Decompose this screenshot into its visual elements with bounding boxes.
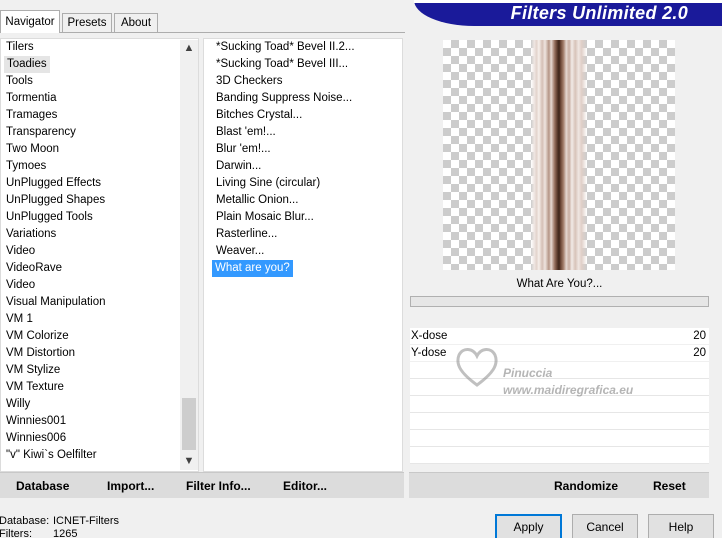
param-slot-empty (410, 430, 709, 447)
tab-underline (0, 32, 405, 33)
category-item[interactable]: Willy (6, 396, 30, 413)
status-database-label: Database: (0, 515, 50, 527)
filter-name: What Are You?... (516, 278, 603, 290)
progress-bar (410, 296, 709, 307)
param-label: Y-dose (411, 347, 447, 359)
category-scrollbar[interactable]: ▲ ▼ (180, 40, 198, 470)
param-label: X-dose (411, 330, 448, 342)
reset-button[interactable]: Reset (653, 478, 686, 494)
filter-item[interactable]: Metallic Onion... (216, 192, 298, 209)
category-item[interactable]: VM 1 (6, 311, 33, 328)
category-item[interactable]: UnPlugged Effects (6, 175, 101, 192)
category-item[interactable]: Tymoes (6, 158, 46, 175)
cancel-button[interactable]: Cancel (572, 514, 638, 538)
filter-item[interactable]: Banding Suppress Noise... (216, 90, 352, 107)
category-item[interactable]: Video (6, 277, 35, 294)
category-item-selected[interactable]: Toadies (4, 56, 50, 73)
param-slot-empty (410, 396, 709, 413)
scroll-up-icon[interactable]: ▲ (180, 40, 198, 57)
category-item[interactable]: UnPlugged Shapes (6, 192, 105, 209)
filter-info-button[interactable]: Filter Info... (186, 478, 251, 494)
category-item[interactable]: Tramages (6, 107, 57, 124)
category-item[interactable]: Tormentia (6, 90, 57, 107)
watermark-url: www.maidiregrafica.eu (503, 383, 634, 397)
category-item[interactable]: Winnies006 (6, 430, 66, 447)
category-item[interactable]: Tools (6, 73, 33, 90)
category-item[interactable]: Video (6, 243, 35, 260)
filter-item[interactable]: *Sucking Toad* Bevel III... (216, 56, 348, 73)
status-filters-value: 1265 (53, 528, 78, 538)
randomize-button[interactable]: Randomize (554, 478, 618, 494)
filter-preview (443, 40, 675, 270)
preview-image (531, 40, 587, 270)
scroll-down-icon[interactable]: ▼ (180, 453, 198, 470)
filter-item[interactable]: Weaver... (216, 243, 264, 260)
filter-item[interactable]: Rasterline... (216, 226, 277, 243)
app-title: Filters Unlimited 2.0 (510, 3, 688, 23)
filter-item[interactable]: Bitches Crystal... (216, 107, 302, 124)
tab-presets[interactable]: Presets (62, 13, 112, 32)
category-item[interactable]: Tilers (6, 39, 34, 56)
editor-button[interactable]: Editor... (283, 478, 327, 494)
import-button[interactable]: Import... (107, 478, 154, 494)
watermark-name: Pinuccia (503, 366, 553, 380)
status-filters-label: Filters: (0, 528, 32, 538)
category-item[interactable]: VM Texture (6, 379, 64, 396)
param-value: 20 (693, 330, 706, 342)
category-item[interactable]: VM Colorize (6, 328, 69, 345)
category-item[interactable]: Winnies001 (6, 413, 66, 430)
filter-item[interactable]: Blast 'em!... (216, 124, 276, 141)
filter-item[interactable]: Blur 'em!... (216, 141, 271, 158)
param-value: 20 (693, 347, 706, 359)
apply-button[interactable]: Apply (495, 514, 562, 538)
scroll-thumb[interactable] (182, 398, 196, 450)
category-item[interactable]: Variations (6, 226, 56, 243)
category-item[interactable]: VM Distortion (6, 345, 75, 362)
status-database-value: ICNET-Filters (53, 515, 119, 527)
category-item[interactable]: Visual Manipulation (6, 294, 106, 311)
category-item[interactable]: Transparency (6, 124, 76, 141)
category-item[interactable]: "v" Kiwi`s Oelfilter (6, 447, 97, 464)
param-slot-empty (410, 447, 709, 464)
database-button[interactable]: Database (16, 478, 69, 494)
filter-item[interactable]: 3D Checkers (216, 73, 282, 90)
help-button[interactable]: Help (648, 514, 714, 538)
filter-item-selected[interactable]: What are you? (212, 260, 293, 277)
app-title-banner: Filters Unlimited 2.0 (414, 0, 722, 26)
banner-stripe (414, 0, 722, 3)
category-item[interactable]: UnPlugged Tools (6, 209, 93, 226)
filter-item[interactable]: Living Sine (circular) (216, 175, 320, 192)
category-item[interactable]: VM Stylize (6, 362, 60, 379)
filter-item[interactable]: *Sucking Toad* Bevel II.2... (216, 39, 355, 56)
tab-navigator[interactable]: Navigator (0, 10, 60, 33)
watermark-logo (452, 341, 502, 391)
filter-item[interactable]: Darwin... (216, 158, 261, 175)
category-item[interactable]: Two Moon (6, 141, 59, 158)
tab-about[interactable]: About (114, 13, 158, 32)
filter-item[interactable]: Plain Mosaic Blur... (216, 209, 314, 226)
param-slot-empty (410, 413, 709, 430)
category-item[interactable]: VideoRave (6, 260, 62, 277)
